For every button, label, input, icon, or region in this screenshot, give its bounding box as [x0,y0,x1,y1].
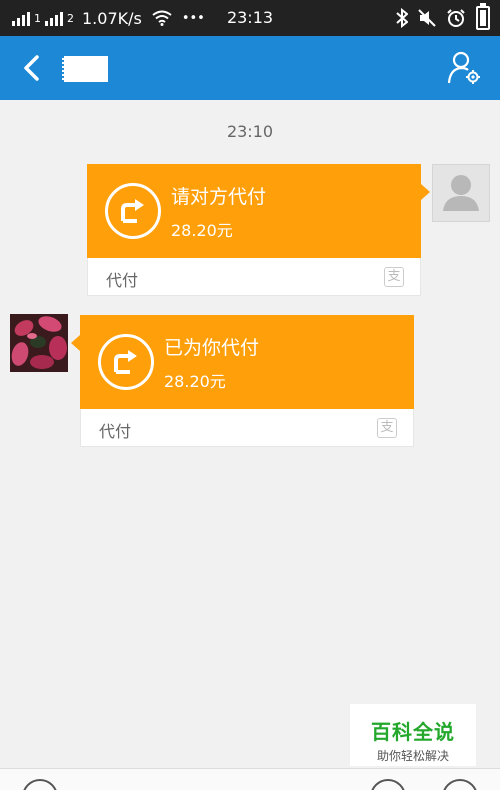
status-bar: 1 2 1.07K/s ••• 23:13 [0,0,500,36]
battery-icon [476,3,490,30]
input-bar [0,768,500,790]
card-amount: 28.20元 [164,372,226,391]
card-title: 已为你代付 [164,337,260,359]
card-label: 代付 [106,271,139,290]
watermark-name: 百科全说 [371,720,455,744]
add-button[interactable] [442,779,478,790]
profile-settings-icon[interactable] [448,50,482,86]
payment-request-card[interactable]: 请对方代付 28.20元 代付 支 [87,164,430,296]
card-title: 请对方代付 [171,186,267,208]
flower-avatar-image [10,314,68,372]
default-avatar-icon [443,175,479,211]
message-timestamp: 23:10 [226,122,274,141]
alipay-icon: 支 [377,418,397,438]
payment-done-card[interactable]: 已为你代付 28.20元 代付 支 [71,315,414,447]
watermark-slogan: 助你轻松解决 [376,749,449,763]
emoji-button[interactable] [370,779,406,790]
bubble-tail [421,184,430,200]
contact-name [62,56,108,82]
title-bar [0,36,500,100]
card-label: 代付 [99,422,132,441]
watermark-logo: 百科全说 助你轻松解决 [350,704,476,766]
bluetooth-icon [396,8,408,28]
card-amount: 28.20元 [171,221,233,240]
voice-button[interactable] [22,779,58,790]
alarm-icon [447,9,465,27]
bubble-tail [71,335,80,351]
share-arrow-icon [105,183,161,239]
self-avatar[interactable] [432,164,490,222]
alipay-icon: 支 [384,267,404,287]
share-arrow-icon [98,334,154,390]
back-arrow-icon[interactable] [18,54,46,82]
contact-avatar[interactable] [10,314,68,372]
mute-icon [418,9,436,27]
